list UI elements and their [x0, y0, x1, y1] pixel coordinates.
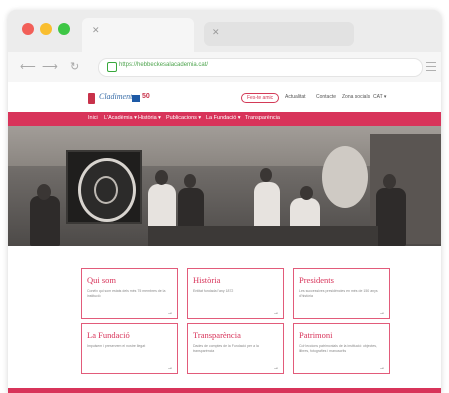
nav-item-transparencia[interactable]: Transparència — [245, 115, 280, 121]
nav-item-academia[interactable]: L'Acadèmia ▾ — [104, 115, 137, 121]
close-window-button[interactable] — [22, 23, 34, 35]
forward-arrow-icon[interactable]: ⟶ — [42, 60, 58, 73]
card-description: Les successives presidències en més de 1… — [299, 289, 378, 298]
card-description: Conèix qui som estats dels més 75 membre… — [87, 289, 166, 298]
browser-tab-bar: ✕ ✕ — [8, 10, 441, 52]
card-description: Dades de comptes de la Fundació per a la… — [193, 344, 259, 353]
lock-icon — [107, 62, 117, 72]
card-transparencia[interactable]: Transparència Dades de comptes de la Fun… — [187, 323, 284, 374]
arrow-right-icon: → — [273, 310, 279, 316]
card-title: Qui som — [87, 275, 117, 285]
browser-tab-inactive[interactable]: ✕ — [204, 22, 354, 46]
card-description: Col·leccions patrimonials de la instituc… — [299, 344, 378, 353]
browser-menu-icon[interactable] — [426, 62, 436, 74]
arrow-right-icon: → — [167, 365, 173, 371]
nav-item-historia[interactable]: Història ▾ — [138, 115, 161, 121]
browser-tab-active[interactable]: ✕ — [82, 18, 194, 52]
header-link-zona-socials[interactable]: Zona socials — [342, 94, 370, 100]
card-title: Patrimoni — [299, 330, 333, 340]
nav-item-publicacions[interactable]: Publicacions ▾ — [166, 115, 201, 121]
header-link-contacte[interactable]: Contacte — [316, 94, 336, 100]
site-header: Cladiment 50 Fes-te amic Actualitat Cont… — [8, 82, 441, 112]
card-title: La Fundació — [87, 330, 130, 340]
close-icon[interactable]: ✕ — [92, 25, 100, 36]
web-page: Cladiment 50 Fes-te amic Actualitat Cont… — [8, 82, 441, 393]
close-icon[interactable]: ✕ — [212, 27, 220, 38]
card-description: Entitat fundada l'any 1872 — [193, 289, 234, 293]
footer-banner — [8, 388, 441, 393]
fes-te-amic-button[interactable]: Fes-te amic — [241, 93, 280, 103]
nav-item-fundacio[interactable]: La Fundació ▾ — [206, 115, 241, 121]
browser-window: ✕ ✕ ⟵ ⟶ ↻ https://hebbeckesalacademia.ca… — [8, 10, 441, 393]
header-link-actualitat[interactable]: Actualitat — [285, 94, 306, 100]
arrow-right-icon: → — [167, 310, 173, 316]
hero-photo — [8, 126, 441, 246]
arrow-right-icon: → — [379, 310, 385, 316]
arrow-right-icon: → — [379, 365, 385, 371]
language-selector[interactable]: CAT ▾ — [373, 94, 386, 100]
url-text: https://hebbeckesalacademia.cat/ — [119, 62, 209, 68]
card-historia[interactable]: Història Entitat fundada l'any 1872 → — [187, 268, 284, 319]
nav-item-inici[interactable]: Inici — [88, 115, 98, 121]
card-title: Història — [193, 275, 221, 285]
logo-emblem-icon — [88, 93, 95, 104]
card-qui-som[interactable]: Qui som Conèix qui som estats dels més 7… — [81, 268, 178, 319]
card-title: Presidents — [299, 275, 334, 285]
card-title: Transparència — [193, 330, 241, 340]
card-presidents[interactable]: Presidents Les successives presidències … — [293, 268, 390, 319]
card-la-fundacio[interactable]: La Fundació Impulsem i preservem el nost… — [81, 323, 178, 374]
main-navigation: Inici L'Acadèmia ▾ Història ▾ Publicacio… — [8, 112, 441, 126]
arrow-right-icon: → — [273, 365, 279, 371]
back-arrow-icon[interactable]: ⟵ — [20, 60, 36, 73]
card-patrimoni[interactable]: Patrimoni Col·leccions patrimonials de l… — [293, 323, 390, 374]
card-description: Impulsem i preservem el nostre llegat — [87, 344, 146, 348]
maximize-window-button[interactable] — [58, 23, 70, 35]
flag-icon — [132, 95, 140, 102]
refresh-icon[interactable]: ↻ — [70, 60, 79, 73]
address-bar-row: ⟵ ⟶ ↻ https://hebbeckesalacademia.cat/ — [8, 52, 441, 83]
url-input[interactable]: https://hebbeckesalacademia.cat/ — [98, 58, 423, 77]
site-logo[interactable]: Cladiment — [99, 92, 132, 101]
minimize-window-button[interactable] — [40, 23, 52, 35]
anniversary-logo: 50 — [142, 93, 150, 100]
